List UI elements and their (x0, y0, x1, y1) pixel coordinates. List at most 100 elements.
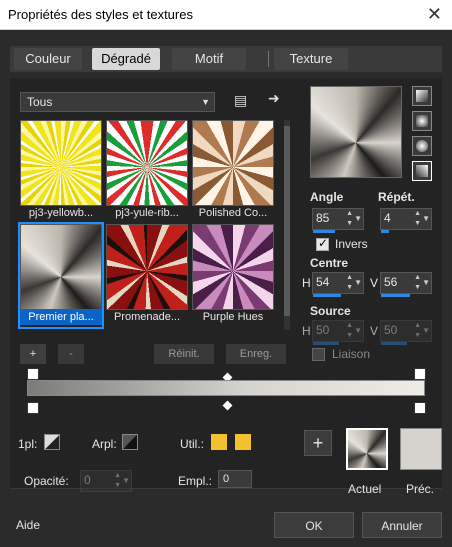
angle-label: Angle (310, 190, 344, 204)
book-icon[interactable]: ▤ (234, 92, 247, 109)
spinner-arrows-icon[interactable]: ▲ ▼ (346, 321, 353, 341)
source-v-label: V (370, 324, 379, 338)
sunburst-icon (416, 165, 428, 177)
chevron-down-icon[interactable]: ▼ (422, 278, 430, 287)
chevron-down-icon[interactable]: ▼ (354, 278, 362, 287)
center-v-input[interactable]: 56 ▲ ▼ ▼ (380, 272, 432, 297)
chevron-down-icon[interactable]: ▼ (354, 326, 362, 335)
add-swatch-button[interactable]: + (304, 430, 332, 456)
foreground-swatch[interactable] (44, 434, 60, 450)
help-link[interactable]: Aide (16, 518, 40, 532)
window-title: Propriétés des styles et textures (8, 7, 193, 22)
used-color-swatch-2[interactable] (235, 434, 251, 450)
linear-icon (416, 90, 428, 102)
gradient-panel: Tous ▼ ▤ ➜ pj3-yellowb... pj3-yule-rib..… (10, 78, 442, 488)
center-h-slider[interactable] (313, 294, 341, 297)
gradient-preview-image (192, 224, 274, 310)
previous-label: Préc. (406, 482, 435, 496)
tab-degrade[interactable]: Dégradé (92, 48, 160, 70)
gradient-thumb[interactable]: Promenade... (106, 224, 188, 327)
chevron-down-icon[interactable]: ▼ (422, 326, 430, 335)
invert-checkbox[interactable] (316, 236, 329, 251)
tab-motif[interactable]: Motif (172, 48, 246, 70)
source-v-input[interactable]: 50 ▲ ▼ ▼ (380, 320, 432, 345)
gradient-preview-image (20, 120, 102, 206)
thumb-label: Promenade... (113, 311, 181, 323)
spinner-arrows-icon[interactable]: ▲ ▼ (114, 471, 121, 491)
color-stop-top-left[interactable] (27, 368, 39, 380)
gradient-category-select[interactable]: Tous ▼ (20, 92, 215, 112)
current-label: Actuel (348, 482, 382, 496)
chevron-down-icon[interactable]: ▼ (122, 476, 130, 485)
radial-gradient-button[interactable] (412, 136, 432, 156)
location-input[interactable]: 0 (218, 470, 252, 488)
chevron-down-icon[interactable]: ▼ (354, 214, 362, 223)
spinner-arrows-icon[interactable]: ▲ ▼ (346, 273, 353, 293)
rectangular-icon (416, 115, 428, 127)
source-h-slider[interactable] (313, 342, 339, 345)
repeat-input[interactable]: 4 ▲ ▼ ▼ (380, 208, 432, 233)
background-swatch[interactable] (122, 434, 138, 450)
tab-couleur[interactable]: Couleur (14, 48, 82, 70)
gradient-thumb-selected[interactable]: Premier pla... (18, 222, 104, 329)
source-v-slider[interactable] (381, 342, 407, 345)
gradient-preview-image (106, 120, 188, 206)
spinner-arrows-icon[interactable]: ▲ ▼ (346, 209, 353, 229)
ok-button[interactable]: OK (274, 512, 354, 538)
angle-slider[interactable] (313, 230, 335, 233)
color-stop-bottom-left[interactable] (27, 402, 39, 414)
spinner-arrows-icon[interactable]: ▲ ▼ (414, 209, 421, 229)
center-h-input[interactable]: 54 ▲ ▼ ▼ (312, 272, 364, 297)
thumb-label: pj3-yellowb... (28, 207, 94, 219)
tab-bar: Couleur Dégradé Motif Texture (10, 46, 442, 72)
opacity-label: Opacité: (24, 474, 69, 488)
rectangular-gradient-button[interactable] (412, 111, 432, 131)
repeat-value: 4 (384, 211, 391, 225)
title-bar: Propriétés des styles et textures ✕ (0, 0, 452, 30)
link-label: Liaison (332, 347, 371, 361)
thumb-label: Premier pla... (20, 310, 102, 325)
gradient-thumb[interactable]: Polished Co... (192, 120, 274, 223)
link-checkbox[interactable] (312, 348, 325, 361)
used-colors-label: Util.: (180, 437, 204, 451)
gradient-thumb[interactable]: pj3-yule-rib... (106, 120, 188, 223)
gradient-thumb[interactable]: pj3-yellowb... (20, 120, 102, 223)
opacity-input[interactable]: 0 ▲ ▼ ▼ (80, 470, 132, 492)
remove-gradient-button[interactable]: - (58, 344, 84, 364)
add-gradient-button[interactable]: + (20, 344, 46, 364)
gradient-thumb[interactable]: Purple Hues (192, 224, 274, 327)
center-v-label: V (370, 276, 379, 290)
color-stop-top-right[interactable] (414, 368, 426, 380)
current-style-swatch[interactable] (346, 428, 388, 470)
center-v-value: 56 (384, 275, 398, 289)
previous-style-swatch[interactable] (400, 428, 442, 470)
source-label: Source (310, 304, 351, 318)
tab-texture[interactable]: Texture (274, 48, 348, 70)
gradient-preview[interactable] (310, 86, 402, 178)
spinner-arrows-icon[interactable]: ▲ ▼ (414, 321, 421, 341)
linear-gradient-button[interactable] (412, 86, 432, 106)
repeat-slider[interactable] (381, 230, 389, 233)
angle-value: 85 (316, 211, 330, 225)
gradient-preview-image (192, 120, 274, 206)
reset-button[interactable]: Réinit. (154, 344, 214, 364)
spinner-arrows-icon[interactable]: ▲ ▼ (414, 273, 421, 293)
thumbnails-scrollbar[interactable] (284, 120, 290, 330)
invert-label: Invers (335, 237, 368, 251)
source-v-value: 50 (384, 323, 398, 337)
gradient-editor-bar[interactable] (27, 380, 425, 396)
sunburst-gradient-button[interactable] (412, 161, 432, 181)
tab-separator (268, 51, 269, 67)
angle-input[interactable]: 85 ▲ ▼ ▼ (312, 208, 364, 233)
source-h-input[interactable]: 50 ▲ ▼ ▼ (312, 320, 364, 345)
cancel-button[interactable]: Annuler (362, 512, 442, 538)
close-icon[interactable]: ✕ (427, 4, 442, 25)
chevron-down-icon[interactable]: ▼ (422, 214, 430, 223)
used-color-swatch-1[interactable] (211, 434, 227, 450)
scrollbar-thumb[interactable] (284, 126, 290, 316)
arrow-right-icon[interactable]: ➜ (268, 90, 280, 107)
save-button[interactable]: Enreg. (226, 344, 286, 364)
center-v-slider[interactable] (381, 294, 410, 297)
color-stop-bottom-right[interactable] (414, 402, 426, 414)
dialog-body: Couleur Dégradé Motif Texture Tous ▼ ▤ ➜… (0, 30, 452, 547)
